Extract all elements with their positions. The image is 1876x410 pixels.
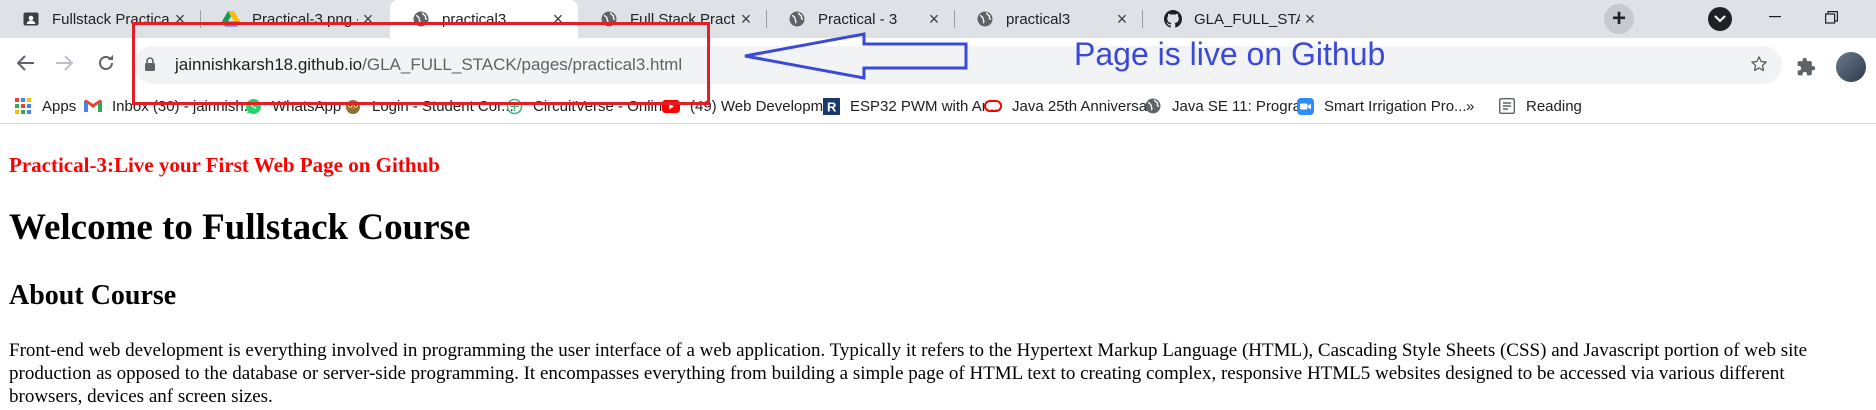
gmail-icon (84, 97, 102, 115)
plus-icon: + (1611, 5, 1626, 32)
minimize-button[interactable] (1752, 0, 1798, 34)
reload-icon (99, 55, 113, 70)
overflow-chevron: » (1466, 97, 1475, 115)
github-icon (1164, 10, 1182, 28)
annotation-arrow-icon (744, 32, 968, 80)
reading-list-icon (1498, 97, 1516, 115)
paragraph-line: Front-end web development is everything … (9, 340, 1808, 361)
oracle-icon (984, 97, 1002, 115)
close-icon[interactable]: × (924, 9, 944, 29)
back-button[interactable] (10, 47, 42, 79)
paragraph-line: production as opposed to the database or… (9, 363, 1785, 384)
page-heading: Welcome to Fullstack Course (9, 207, 471, 248)
new-tab-button[interactable]: + (1604, 4, 1634, 34)
course-description: Front-end web development is everything … (9, 339, 1876, 408)
arrow-left-icon (17, 55, 34, 71)
bookmark-star-icon[interactable] (1750, 55, 1768, 78)
globe-icon (1144, 97, 1162, 115)
bookmarks-overflow-button[interactable]: » (1466, 95, 1474, 117)
forward-button[interactable] (48, 47, 80, 79)
bookmark-label: Java 25th Anniversa... (1012, 97, 1160, 115)
bookmark-label: Java SE 11: Progra... (1172, 97, 1314, 115)
globe-icon (788, 10, 806, 28)
arrow-right-icon (56, 55, 73, 71)
close-icon[interactable]: × (1112, 9, 1132, 29)
annotation-text: Page is live on Github (1074, 36, 1386, 72)
annotation-highlight-box (132, 22, 710, 105)
bookmark-reading-list[interactable]: Reading (1498, 95, 1582, 117)
tab-title: GLA_FULL_STACK/prac (1194, 10, 1300, 28)
bookmark-label: ESP32 PWM with Ar... (850, 97, 999, 115)
bookmark-label: Apps (42, 97, 77, 115)
practical-subtitle: Practical-3:Live your First Web Page on … (9, 153, 440, 177)
close-icon[interactable]: × (736, 9, 756, 29)
close-icon[interactable]: × (1300, 9, 1320, 29)
section-heading: About Course (9, 280, 177, 311)
id-card-icon (22, 10, 40, 28)
bookmark-label: (49) Web Developm... (690, 97, 836, 115)
bookmark-label: Smart Irrigation Pro... (1324, 97, 1467, 115)
svg-text:R: R (827, 99, 837, 114)
bookmark-label: Reading (1526, 97, 1582, 115)
restore-button[interactable] (1808, 0, 1854, 34)
bookmark-smart-irrigation[interactable]: Smart Irrigation Pro... (1296, 95, 1467, 117)
bookmark-esp32[interactable]: R ESP32 PWM with Ar... (822, 95, 998, 117)
chevron-down-icon (1714, 15, 1726, 23)
zoom-icon (1296, 97, 1314, 115)
bookmark-java-anniversary[interactable]: Java 25th Anniversa... (984, 95, 1160, 117)
globe-icon (976, 10, 994, 28)
tab-6[interactable]: GLA_FULL_STACK/prac × (1142, 0, 1330, 38)
reload-button[interactable] (90, 47, 122, 79)
tab-search-button[interactable] (1708, 7, 1732, 31)
extensions-puzzle-icon[interactable] (1796, 57, 1816, 82)
page-content: Practical-3:Live your First Web Page on … (0, 124, 1876, 410)
tab-title: practical3 (1006, 10, 1071, 28)
bookmark-apps[interactable]: Apps (14, 95, 76, 117)
minimize-icon (1769, 16, 1781, 18)
restore-icon (1824, 10, 1838, 24)
paragraph-line: browsers, devices anf screen sizes. (9, 386, 273, 407)
profile-avatar[interactable] (1836, 52, 1866, 82)
bookmark-java-se[interactable]: Java SE 11: Progra... (1144, 95, 1313, 117)
apps-grid-icon (14, 97, 32, 115)
tab-title: Practical - 3 (818, 10, 898, 28)
r-logo-icon: R (822, 97, 840, 115)
